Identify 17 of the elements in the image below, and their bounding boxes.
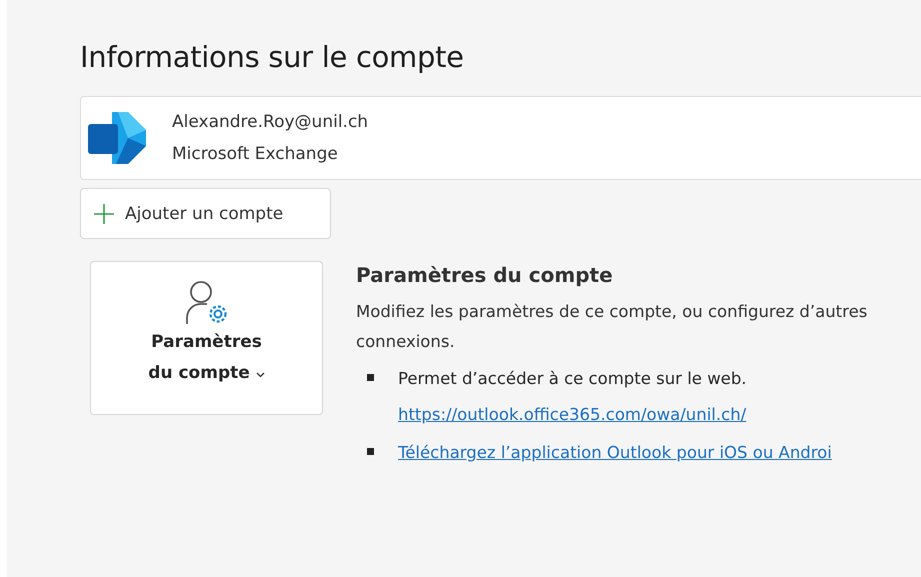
section-description: Modifiez les paramètres de ce compte, ou configurez d’autres connexions. <box>356 301 868 353</box>
bullet-icon <box>367 448 374 455</box>
app-download-link[interactable]: Téléchargez l’application Outlook pour iOS ou Androi <box>398 437 832 469</box>
chevron-down-icon <box>256 372 265 378</box>
account-settings-button[interactable]: Paramètres du compte <box>90 261 323 415</box>
account-card[interactable]: Alexandre.Roy@unil.ch Microsoft Exchange <box>80 96 921 180</box>
plus-icon <box>93 202 115 224</box>
user-settings-icon <box>184 280 230 326</box>
section-heading: Paramètres du compte <box>356 263 614 287</box>
exchange-logo-icon <box>88 110 148 166</box>
account-type: Microsoft Exchange <box>172 144 339 164</box>
page-title: Informations sur le compte <box>80 40 465 74</box>
add-account-button[interactable]: Ajouter un compte <box>80 188 331 239</box>
account-email: Alexandre.Roy@unil.ch <box>172 112 368 132</box>
bullet-icon <box>367 374 374 381</box>
bullet-text: Permet d’accéder à ce compte sur le web. <box>398 368 747 390</box>
web-link[interactable]: https://outlook.office365.com/owa/unil.ch/ <box>398 399 747 431</box>
